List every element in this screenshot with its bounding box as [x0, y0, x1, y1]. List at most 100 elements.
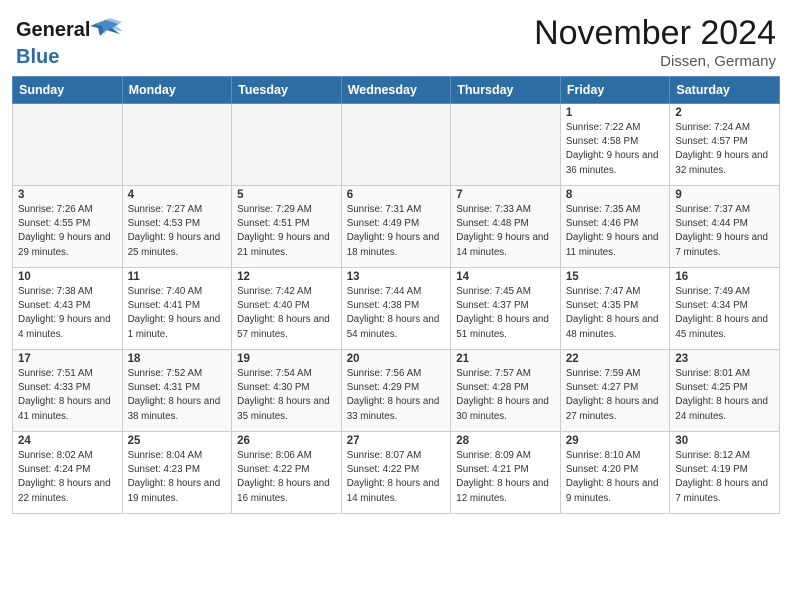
logo: General Blue — [16, 14, 122, 68]
day-info: Sunrise: 7:52 AM Sunset: 4:31 PM Dayligh… — [128, 367, 227, 424]
day-info: Sunrise: 7:42 AM Sunset: 4:40 PM Dayligh… — [237, 285, 336, 342]
day-info: Sunrise: 7:59 AM Sunset: 4:27 PM Dayligh… — [566, 367, 665, 424]
calendar-day-cell: 20Sunrise: 7:56 AM Sunset: 4:29 PM Dayli… — [341, 350, 451, 432]
calendar-day-cell: 11 Sunrise: 7:40 AM Sunset: 4:41 PM Dayli… — [122, 268, 232, 350]
col-wednesday: Wednesday — [341, 77, 451, 104]
day-number: 10 — [18, 271, 117, 283]
day-number: 13 — [347, 271, 446, 283]
calendar-day-cell: 7Sunrise: 7:33 AM Sunset: 4:48 PM Daylig… — [451, 186, 561, 268]
day-number: 26 — [237, 435, 336, 447]
calendar-week-row: 3 Sunrise: 7:26 AM Sunset: 4:55 PM Daylig… — [13, 186, 780, 268]
page-container: General Blue November 2024 Dissen, Germa… — [0, 0, 792, 612]
day-number: 8 — [566, 189, 665, 201]
calendar-day-cell: 15 Sunrise: 7:47 AM Sunset: 4:35 PM Dayli… — [560, 268, 670, 350]
day-info: Sunrise: 8:04 AM Sunset: 4:23 PM Dayligh… — [128, 449, 227, 506]
calendar-day-cell: 6Sunrise: 7:31 AM Sunset: 4:49 PM Daylig… — [341, 186, 451, 268]
page-header: General Blue November 2024 Dissen, Germa… — [0, 0, 792, 76]
calendar-day-cell: 18 Sunrise: 7:52 AM Sunset: 4:31 PM Dayli… — [122, 350, 232, 432]
day-number: 29 — [566, 435, 665, 447]
day-number: 18 — [128, 353, 227, 365]
calendar-week-row: 24Sunrise: 8:02 AM Sunset: 4:24 PM Dayli… — [13, 432, 780, 514]
day-number: 7 — [456, 189, 555, 201]
month-title: November 2024 — [534, 14, 776, 53]
calendar-week-row: 1 Sunrise: 7:22 AM Sunset: 4:58 PM Daylig… — [13, 104, 780, 186]
day-info: Sunrise: 7:27 AM Sunset: 4:53 PM Dayligh… — [128, 203, 227, 260]
calendar-week-row: 17 Sunrise: 7:51 AM Sunset: 4:33 PM Dayli… — [13, 350, 780, 432]
calendar-day-cell: 10 Sunrise: 7:38 AM Sunset: 4:43 PM Dayli… — [13, 268, 123, 350]
day-number: 27 — [347, 435, 446, 447]
day-info: Sunrise: 7:29 AM Sunset: 4:51 PM Dayligh… — [237, 203, 336, 260]
day-info: Sunrise: 7:22 AM Sunset: 4:58 PM Dayligh… — [566, 121, 665, 178]
calendar-day-cell: 30 Sunrise: 8:12 AM Sunset: 4:19 PM Dayli… — [670, 432, 780, 514]
col-monday: Monday — [122, 77, 232, 104]
day-number: 25 — [128, 435, 227, 447]
day-number: 14 — [456, 271, 555, 283]
day-number: 28 — [456, 435, 555, 447]
calendar-day-cell: 24Sunrise: 8:02 AM Sunset: 4:24 PM Dayli… — [13, 432, 123, 514]
day-info: Sunrise: 8:09 AM Sunset: 4:21 PM Dayligh… — [456, 449, 555, 506]
day-number: 1 — [566, 107, 665, 119]
day-info: Sunrise: 8:02 AM Sunset: 4:24 PM Dayligh… — [18, 449, 117, 506]
day-number: 4 — [128, 189, 227, 201]
calendar-day-cell: 8 Sunrise: 7:35 AM Sunset: 4:46 PM Daylig… — [560, 186, 670, 268]
calendar-day-cell — [341, 104, 451, 186]
col-tuesday: Tuesday — [232, 77, 342, 104]
day-info: Sunrise: 7:37 AM Sunset: 4:44 PM Dayligh… — [675, 203, 774, 260]
calendar-day-cell: 19 Sunrise: 7:54 AM Sunset: 4:30 PM Dayli… — [232, 350, 342, 432]
calendar-day-cell: 27 Sunrise: 8:07 AM Sunset: 4:22 PM Dayli… — [341, 432, 451, 514]
calendar-day-cell: 29Sunrise: 8:10 AM Sunset: 4:20 PM Dayli… — [560, 432, 670, 514]
day-info: Sunrise: 7:54 AM Sunset: 4:30 PM Dayligh… — [237, 367, 336, 424]
logo-bird-icon — [90, 14, 122, 46]
calendar-day-cell: 23Sunrise: 8:01 AM Sunset: 4:25 PM Dayli… — [670, 350, 780, 432]
day-number: 12 — [237, 271, 336, 283]
day-info: Sunrise: 7:40 AM Sunset: 4:41 PM Dayligh… — [128, 285, 227, 342]
calendar-table: Sunday Monday Tuesday Wednesday Thursday… — [12, 76, 780, 514]
day-info: Sunrise: 8:06 AM Sunset: 4:22 PM Dayligh… — [237, 449, 336, 506]
day-info: Sunrise: 8:01 AM Sunset: 4:25 PM Dayligh… — [675, 367, 774, 424]
calendar-day-cell: 26 Sunrise: 8:06 AM Sunset: 4:22 PM Dayli… — [232, 432, 342, 514]
logo-blue: Blue — [16, 46, 59, 68]
day-info: Sunrise: 7:26 AM Sunset: 4:55 PM Dayligh… — [18, 203, 117, 260]
location: Dissen, Germany — [534, 53, 776, 70]
day-number: 19 — [237, 353, 336, 365]
day-info: Sunrise: 7:38 AM Sunset: 4:43 PM Dayligh… — [18, 285, 117, 342]
calendar-day-cell: 2 Sunrise: 7:24 AM Sunset: 4:57 PM Daylig… — [670, 104, 780, 186]
day-info: Sunrise: 7:51 AM Sunset: 4:33 PM Dayligh… — [18, 367, 117, 424]
col-sunday: Sunday — [13, 77, 123, 104]
day-number: 11 — [128, 271, 227, 283]
calendar-day-cell — [451, 104, 561, 186]
calendar-day-cell: 28 Sunrise: 8:09 AM Sunset: 4:21 PM Dayli… — [451, 432, 561, 514]
calendar-day-cell: 3 Sunrise: 7:26 AM Sunset: 4:55 PM Daylig… — [13, 186, 123, 268]
logo-text: General Blue — [16, 14, 122, 68]
day-info: Sunrise: 7:47 AM Sunset: 4:35 PM Dayligh… — [566, 285, 665, 342]
day-number: 5 — [237, 189, 336, 201]
day-info: Sunrise: 7:44 AM Sunset: 4:38 PM Dayligh… — [347, 285, 446, 342]
day-number: 2 — [675, 107, 774, 119]
col-thursday: Thursday — [451, 77, 561, 104]
calendar-day-cell: 12 Sunrise: 7:42 AM Sunset: 4:40 PM Dayli… — [232, 268, 342, 350]
day-info: Sunrise: 8:12 AM Sunset: 4:19 PM Dayligh… — [675, 449, 774, 506]
calendar-day-cell: 4 Sunrise: 7:27 AM Sunset: 4:53 PM Daylig… — [122, 186, 232, 268]
calendar-day-cell: 14 Sunrise: 7:45 AM Sunset: 4:37 PM Dayli… — [451, 268, 561, 350]
calendar-day-cell: 17 Sunrise: 7:51 AM Sunset: 4:33 PM Dayli… — [13, 350, 123, 432]
calendar-day-cell — [122, 104, 232, 186]
day-info: Sunrise: 7:45 AM Sunset: 4:37 PM Dayligh… — [456, 285, 555, 342]
calendar-day-cell: 13 Sunrise: 7:44 AM Sunset: 4:38 PM Dayli… — [341, 268, 451, 350]
day-info: Sunrise: 8:07 AM Sunset: 4:22 PM Dayligh… — [347, 449, 446, 506]
day-number: 9 — [675, 189, 774, 201]
calendar-day-cell: 21Sunrise: 7:57 AM Sunset: 4:28 PM Dayli… — [451, 350, 561, 432]
day-number: 6 — [347, 189, 446, 201]
day-number: 17 — [18, 353, 117, 365]
day-number: 21 — [456, 353, 555, 365]
col-saturday: Saturday — [670, 77, 780, 104]
day-info: Sunrise: 7:24 AM Sunset: 4:57 PM Dayligh… — [675, 121, 774, 178]
calendar-container: Sunday Monday Tuesday Wednesday Thursday… — [0, 76, 792, 514]
calendar-day-cell: 5 Sunrise: 7:29 AM Sunset: 4:51 PM Daylig… — [232, 186, 342, 268]
calendar-day-cell: 9 Sunrise: 7:37 AM Sunset: 4:44 PM Daylig… — [670, 186, 780, 268]
day-info: Sunrise: 7:35 AM Sunset: 4:46 PM Dayligh… — [566, 203, 665, 260]
day-number: 3 — [18, 189, 117, 201]
day-info: Sunrise: 7:49 AM Sunset: 4:34 PM Dayligh… — [675, 285, 774, 342]
day-number: 15 — [566, 271, 665, 283]
col-friday: Friday — [560, 77, 670, 104]
day-number: 30 — [675, 435, 774, 447]
